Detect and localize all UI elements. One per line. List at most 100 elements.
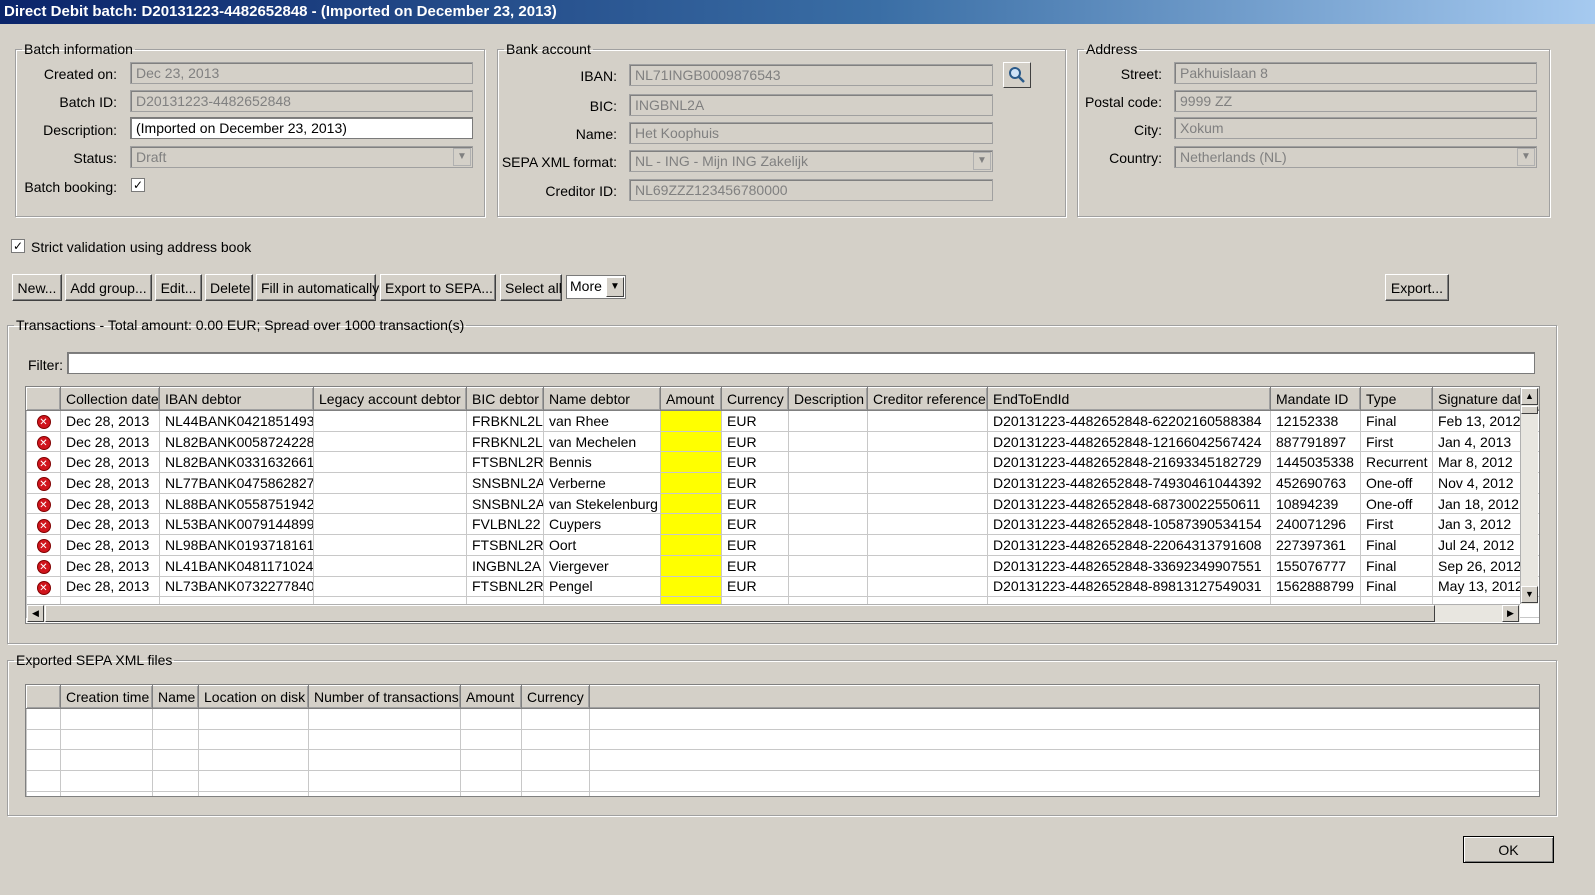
table-cell (60, 728, 153, 751)
table-row[interactable]: ✕ Dec 28, 2013 NL53BANK0079144899 FVLBNL22 C… (26, 513, 1539, 536)
batch-booking-checkbox[interactable]: ✓ (131, 178, 145, 192)
table-cell (521, 790, 590, 796)
table-cell (788, 451, 868, 474)
error-icon: ✕ (36, 539, 51, 554)
error-icon: ✕ (36, 477, 51, 492)
table-cell: Dec 28, 2013 (60, 410, 160, 432)
error-icon: ✕ (36, 436, 51, 451)
ok-button[interactable]: OK (1463, 836, 1554, 863)
table-cell: EUR (721, 534, 789, 556)
column-header[interactable]: Creation time (60, 685, 153, 709)
more-select[interactable]: More ▼ (566, 275, 626, 299)
country-select[interactable]: Netherlands (NL) ▼ (1174, 146, 1537, 168)
bic-label: BIC: (589, 98, 617, 114)
filter-input[interactable] (67, 352, 1535, 374)
column-header[interactable]: Description (788, 387, 868, 411)
column-header[interactable]: Currency (721, 387, 789, 411)
scroll-right-icon[interactable]: ▶ (1502, 605, 1519, 622)
status-cell: ✕ (26, 554, 61, 577)
status-cell: ✕ (26, 451, 61, 474)
table-row[interactable]: ✕ Dec 28, 2013 NL44BANK0421851493 FRBKNL2L v… (26, 410, 1539, 432)
export-sepa-button[interactable]: Export to SEPA... (380, 274, 496, 301)
status-column-header[interactable] (26, 387, 61, 411)
error-icon: ✕ (36, 456, 51, 471)
table-cell (152, 728, 199, 751)
table-cell: Recurrent (1360, 451, 1433, 474)
table-cell: D20131223-4482652848-21693345182729 (987, 451, 1271, 474)
table-cell: FRBKNL2L (466, 430, 544, 453)
transactions-vscrollbar[interactable]: ▲ ▼ (1520, 388, 1538, 604)
table-cell (460, 749, 522, 772)
column-header[interactable]: Mandate ID (1270, 387, 1361, 411)
table-cell: SNSBNL2A (466, 472, 544, 494)
scroll-left-icon[interactable]: ◀ (27, 605, 44, 622)
transactions-hscrollbar[interactable]: ◀ ▶ (27, 604, 1520, 622)
table-cell: Dec 28, 2013 (60, 472, 160, 494)
scroll-down-icon[interactable]: ▼ (1521, 586, 1538, 603)
table-cell: First (1360, 513, 1433, 536)
column-header[interactable] (26, 685, 61, 709)
vscroll-thumb[interactable] (1521, 406, 1538, 414)
table-cell (308, 770, 461, 792)
table-cell (60, 790, 153, 796)
sepa-format-select[interactable]: NL - ING - Mijn ING Zakelijk ▼ (629, 150, 993, 172)
table-cell (198, 790, 309, 796)
table-row[interactable]: ✕ Dec 28, 2013 NL77BANK0475862827 SNSBNL2A V… (26, 472, 1539, 494)
table-cell (660, 472, 722, 494)
table-cell (788, 410, 868, 432)
table-cell: Bennis (543, 451, 661, 474)
column-header[interactable]: EndToEndId (987, 387, 1271, 411)
column-header[interactable]: Collection date (60, 387, 160, 411)
table-cell (660, 534, 722, 556)
table-cell (867, 554, 988, 577)
table-row[interactable]: ✕ Dec 28, 2013 NL82BANK0058724228 FRBKNL2L v… (26, 430, 1539, 453)
table-cell: EUR (721, 410, 789, 432)
column-header[interactable]: BIC debtor (466, 387, 544, 411)
status-select[interactable]: Draft ▼ (130, 146, 473, 168)
table-row[interactable]: ✕ Dec 28, 2013 NL82BANK0331632661 FTSBNL2R B… (26, 451, 1539, 474)
column-header[interactable]: Creditor reference (867, 387, 988, 411)
table-row[interactable]: ✕ Dec 28, 2013 NL88BANK0558751942 SNSBNL2A v… (26, 492, 1539, 515)
table-cell: 10894239 (1270, 492, 1361, 515)
strict-validation-checkbox[interactable]: ✓ (11, 239, 25, 253)
error-icon: ✕ (36, 560, 51, 575)
table-cell: D20131223-4482652848-68730022550611 (987, 492, 1271, 515)
table-cell: EUR (721, 513, 789, 536)
column-header[interactable]: Name (152, 685, 199, 709)
column-header[interactable]: Currency (521, 685, 590, 709)
table-cell: Dec 28, 2013 (60, 534, 160, 556)
table-cell (313, 451, 467, 474)
table-cell (589, 749, 1539, 772)
table-row[interactable]: ✕ Dec 28, 2013 NL73BANK0732277840 FTSBNL2R P… (26, 575, 1539, 598)
column-header[interactable]: Type (1360, 387, 1433, 411)
column-header[interactable]: Number of transactions (308, 685, 461, 709)
table-cell (660, 554, 722, 577)
table-cell (867, 410, 988, 432)
table-cell (60, 708, 153, 730)
status-cell: ✕ (26, 513, 61, 536)
table-cell (460, 770, 522, 792)
column-header[interactable]: Location on disk (198, 685, 309, 709)
transactions-table-container: Collection date IBAN debtor Legacy account… (25, 386, 1540, 624)
add-group-button[interactable]: Add group... (65, 274, 152, 301)
select-all-button[interactable]: Select all (500, 274, 562, 301)
export-button[interactable]: Export... (1385, 274, 1449, 301)
column-header[interactable]: Name debtor (543, 387, 661, 411)
edit-button[interactable]: Edit... (155, 274, 202, 301)
column-header[interactable]: Amount (660, 387, 722, 411)
table-row[interactable]: ✕ Dec 28, 2013 NL98BANK0193718161 FTSBNL2R O… (26, 534, 1539, 556)
fill-automatically-button[interactable]: Fill in automatically (256, 274, 379, 301)
column-header[interactable]: Legacy account debtor (313, 387, 467, 411)
column-header[interactable]: IBAN debtor (159, 387, 314, 411)
status-label: Status: (73, 150, 117, 166)
table-cell: INGBNL2A (466, 554, 544, 577)
hscroll-thumb[interactable] (45, 605, 1435, 622)
iban-search-button[interactable] (1003, 62, 1031, 88)
column-header[interactable]: Amount (460, 685, 522, 709)
delete-button[interactable]: Delete (205, 274, 253, 301)
table-row[interactable]: ✕ Dec 28, 2013 NL41BANK0481171024 INGBNL2A V… (26, 554, 1539, 577)
scroll-up-icon[interactable]: ▲ (1521, 388, 1538, 405)
new-button[interactable]: New... (12, 274, 62, 301)
description-input[interactable]: (Imported on December 23, 2013) (130, 117, 473, 139)
table-cell (26, 708, 61, 730)
